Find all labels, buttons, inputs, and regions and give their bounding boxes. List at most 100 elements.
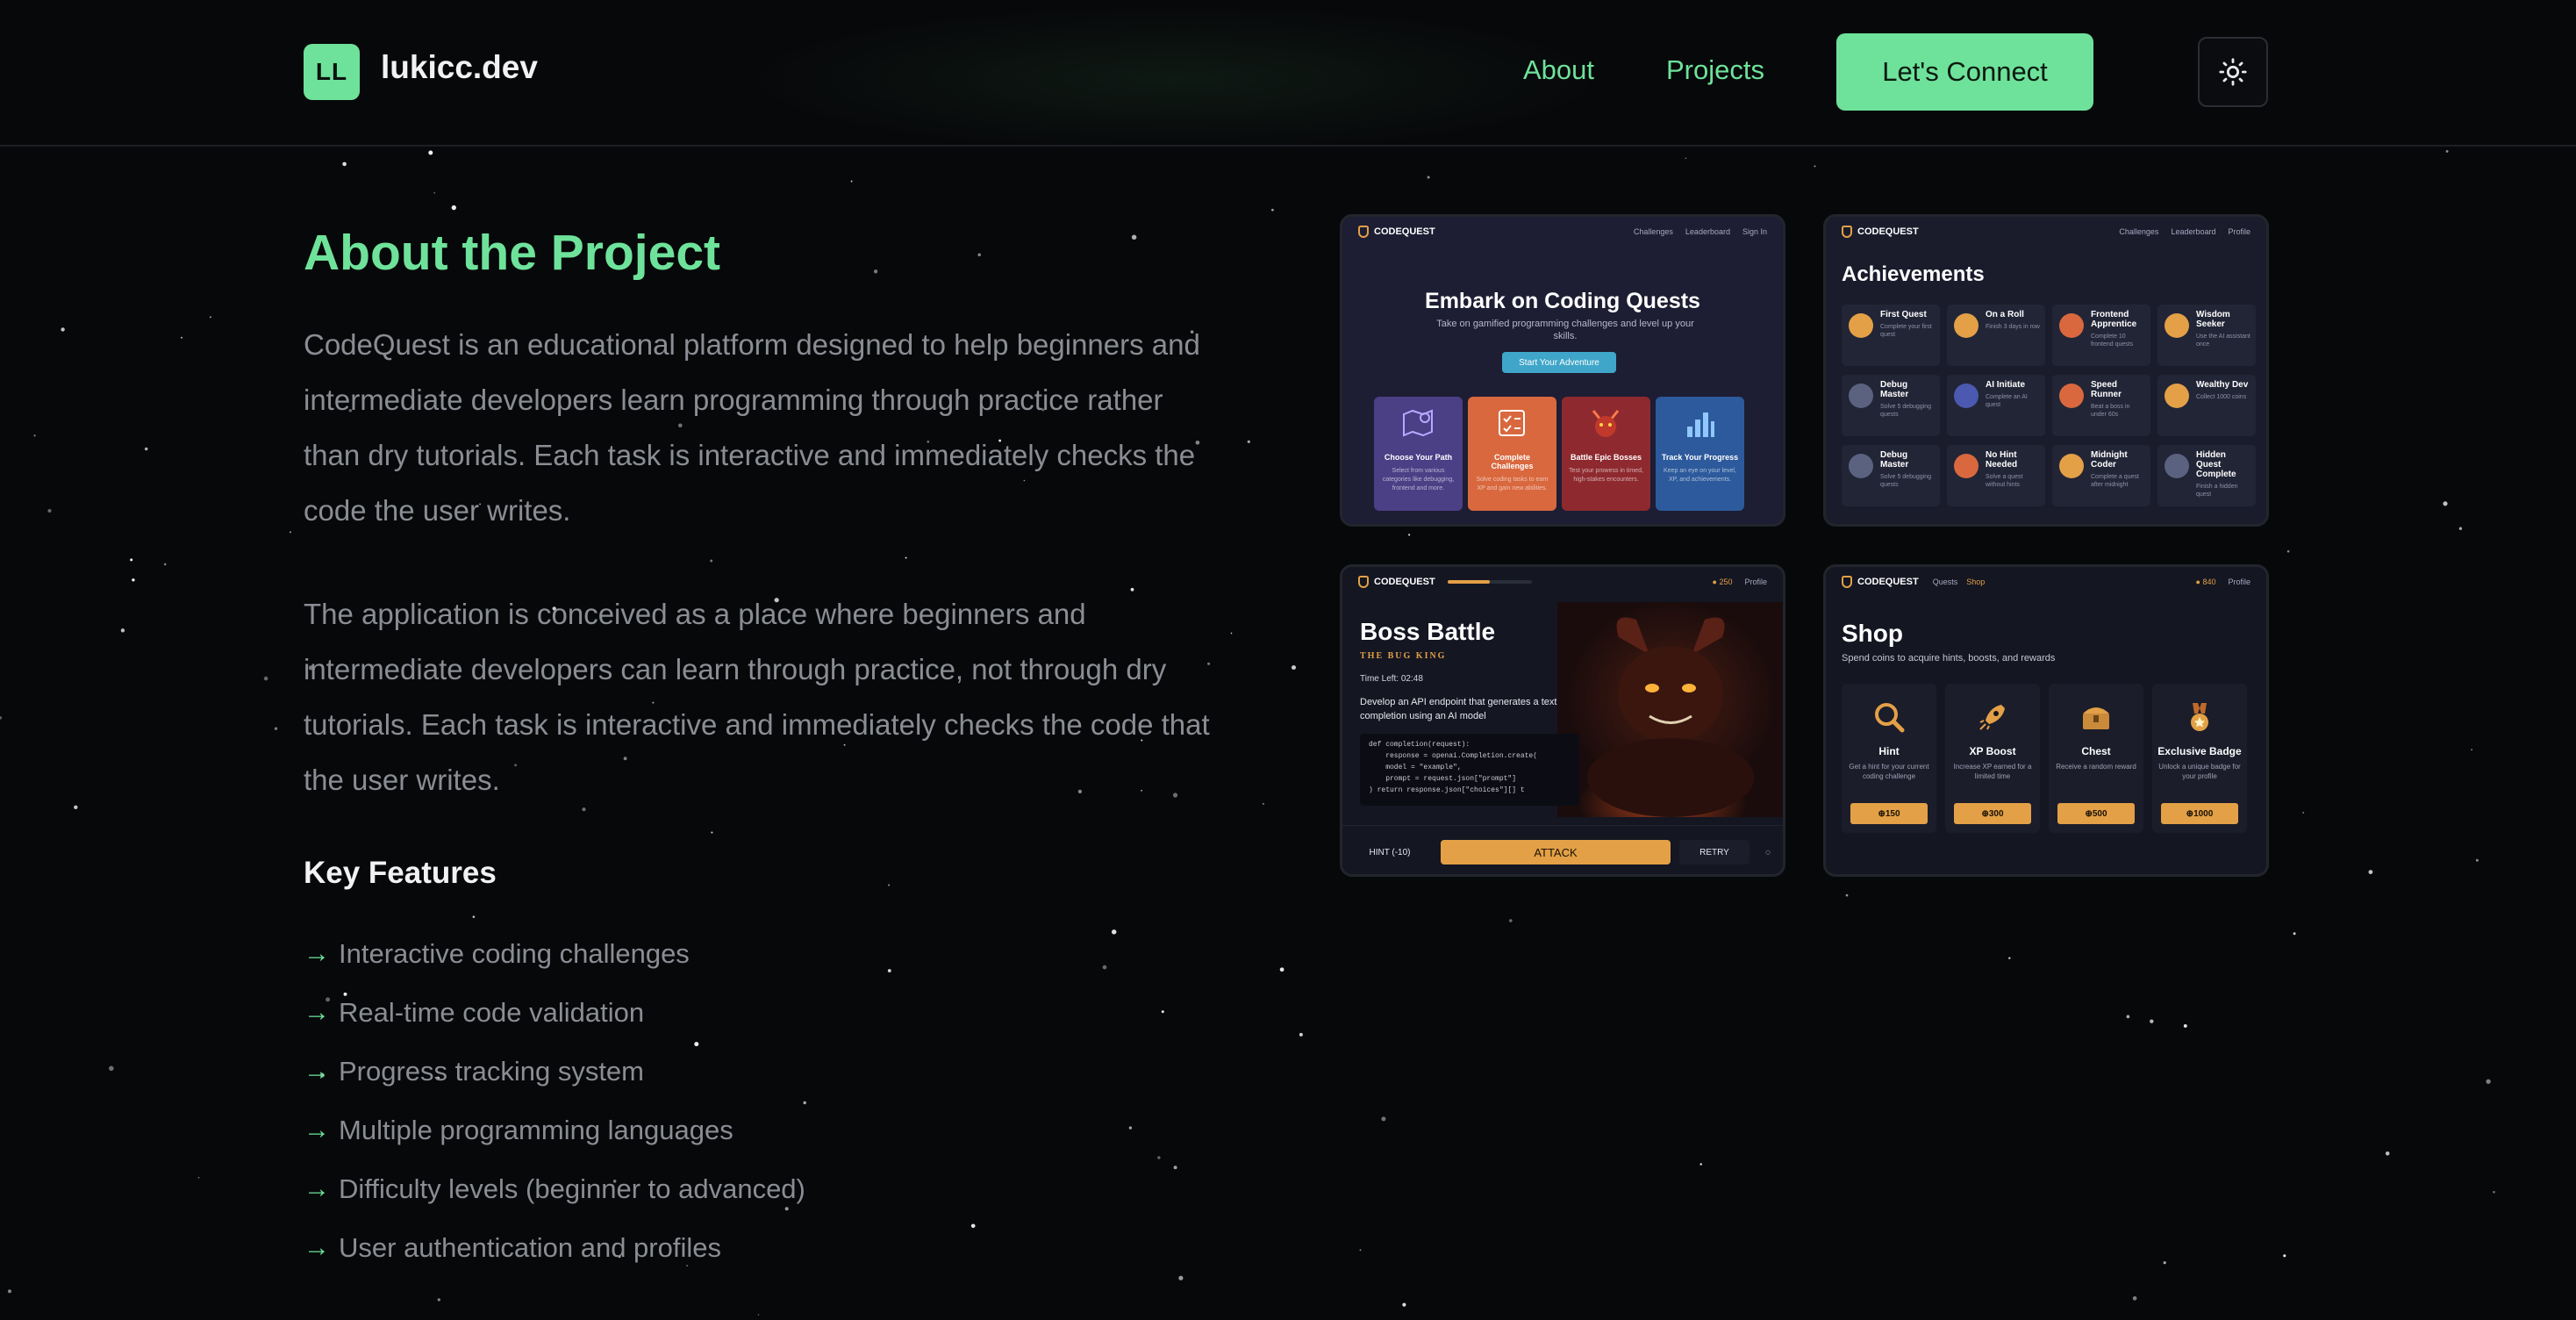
card-desc: Select from various categories like debu… xyxy=(1382,468,1455,491)
star xyxy=(74,805,78,810)
site-name[interactable]: lukicc.dev xyxy=(381,49,538,86)
mini-nav-link: Challenges xyxy=(1633,227,1673,236)
refresh-icon: ◌ xyxy=(1765,847,1771,857)
achievement-desc: Use the AI assistant once xyxy=(2196,334,2250,348)
achievement-name: Midnight Coder xyxy=(2091,450,2128,470)
item-desc: Increase XP earned for a limited time xyxy=(1953,763,2032,780)
star xyxy=(1685,157,1687,160)
achievement-name: No Hint Needed xyxy=(1986,450,2018,470)
star xyxy=(451,204,456,211)
star xyxy=(1359,1249,1362,1252)
card-title: Track Your Progress xyxy=(1661,453,1739,462)
star xyxy=(1427,176,1430,179)
star xyxy=(2493,1191,2495,1194)
achievement-icon xyxy=(1954,454,1979,478)
card-desc: Solve coding tasks to earn XP and gain n… xyxy=(1476,477,1549,491)
about-section: About the Project CodeQuest is an educat… xyxy=(304,224,1225,1277)
boss-action-bar: HINT (-10) ATTACK RETRY ◌ xyxy=(1342,825,1783,874)
mini-brand: CODEQUEST xyxy=(1358,226,1435,238)
star xyxy=(342,161,347,167)
star xyxy=(1845,893,1849,897)
mini-navbar: CODEQUEST Challenges Leaderboard Sign In xyxy=(1342,217,1783,247)
price-button: ⊕ 150 xyxy=(1850,803,1928,824)
achievement-card: First Quest Complete your first quest xyxy=(1842,305,1940,366)
boss-name: THE BUG KING xyxy=(1360,651,1447,661)
shop-item: Exclusive Badge Unlock a unique badge fo… xyxy=(2152,684,2247,833)
price-button: ⊕ 300 xyxy=(1954,803,2031,824)
star xyxy=(1230,632,1233,635)
star xyxy=(2286,549,2290,553)
theme-toggle-button[interactable] xyxy=(2198,37,2268,107)
nav-projects-link[interactable]: Projects xyxy=(1666,54,1764,86)
star xyxy=(163,563,167,566)
achievement-card: Midnight Coder Complete a quest after mid… xyxy=(2052,445,2150,506)
achievement-icon xyxy=(1954,313,1979,338)
badge-icon xyxy=(2191,703,2208,731)
screenshot-achievements[interactable]: CODEQUEST Challenges Leaderboard Profile A… xyxy=(1823,214,2269,527)
sun-icon xyxy=(2219,58,2247,86)
lets-connect-button[interactable]: Let's Connect xyxy=(1836,33,2093,111)
feature-card: Track Your Progress Keep an eye on your … xyxy=(1656,397,1744,511)
achievement-card: Wisdom Seeker Use the AI assistant once xyxy=(2157,305,2256,366)
star xyxy=(1699,1163,1702,1166)
achievement-icon xyxy=(1849,454,1873,478)
mini-nav-link: Profile xyxy=(2228,227,2250,236)
nav-about-link[interactable]: About xyxy=(1523,54,1594,86)
star xyxy=(1509,919,1513,922)
achievement-icon xyxy=(2165,313,2189,338)
achievement-icon xyxy=(2165,454,2189,478)
arrow-right-icon: → xyxy=(304,997,330,1027)
star xyxy=(2368,870,2373,874)
star xyxy=(2443,501,2448,506)
feature-label: Multiple programming languages xyxy=(339,1114,733,1145)
star xyxy=(33,434,36,437)
chest-icon xyxy=(2083,707,2109,729)
star xyxy=(1247,440,1250,443)
star xyxy=(2302,812,2305,814)
card-title: Choose Your Path xyxy=(1384,453,1453,462)
shield-icon xyxy=(1358,226,1369,238)
feature-label: Real-time code validation xyxy=(339,996,645,1028)
item-desc: Unlock a unique badge for your profile xyxy=(2158,763,2241,780)
retry-button: RETRY xyxy=(1679,840,1750,864)
arrow-right-icon: → xyxy=(304,1173,330,1203)
site-header: LL lukicc.dev About Projects Let's Conne… xyxy=(0,0,2576,147)
feature-card: Battle Epic Bosses Test your prowess in … xyxy=(1562,397,1650,511)
attack-button: ATTACK xyxy=(1441,840,1671,864)
achievement-icon xyxy=(2059,454,2084,478)
item-desc: Get a hint for your current coding chall… xyxy=(1849,763,1929,780)
screenshot-boss-battle[interactable]: CODEQUEST ● 250 Profile Boss Battle THE B… xyxy=(1340,564,1785,877)
achievement-desc: Finish 3 days in row xyxy=(1986,324,2040,330)
star xyxy=(2126,1015,2130,1019)
achievement-card: AI Initiate Complete an AI quest xyxy=(1947,375,2045,436)
hint-button: HINT (-10) xyxy=(1369,847,1411,857)
mini-nav-link: Quests xyxy=(1932,578,1958,586)
logo-badge[interactable]: LL xyxy=(304,44,360,100)
star xyxy=(197,1176,200,1179)
mini-brand: CODEQUEST xyxy=(1842,576,1919,588)
screenshot-home[interactable]: CODEQUEST Challenges Leaderboard Sign In E… xyxy=(1340,214,1785,527)
achievement-icon xyxy=(1849,313,1873,338)
star xyxy=(2475,858,2479,862)
achievement-desc: Solve 5 debugging quests xyxy=(1880,474,1931,488)
star xyxy=(7,1289,12,1294)
star xyxy=(61,327,65,332)
arrow-right-icon: → xyxy=(304,1232,330,1262)
mini-brand: CODEQUEST xyxy=(1358,576,1435,588)
shop-item: Hint Get a hint for your current coding … xyxy=(1842,684,1936,833)
star xyxy=(2471,749,2472,751)
achievement-icon xyxy=(2165,384,2189,408)
star xyxy=(1299,1032,1303,1037)
achievement-desc: Complete your first quest xyxy=(1880,324,1932,338)
coin-count: ● 250 xyxy=(1712,578,1733,586)
achievement-desc: Collect 1000 coins xyxy=(2196,394,2247,400)
screenshot-shop[interactable]: CODEQUEST Quests Shop ● 840 Profile Shop … xyxy=(1823,564,2269,877)
achievement-name: Wisdom Seeker xyxy=(2196,310,2230,329)
shield-icon xyxy=(1842,226,1852,238)
item-name: Exclusive Badge xyxy=(2157,745,2242,757)
feature-label: Progress tracking system xyxy=(339,1055,644,1087)
list-item: → Progress tracking system xyxy=(304,1042,1225,1101)
magnifier-icon xyxy=(1875,703,1905,733)
feature-label: User authentication and profiles xyxy=(339,1231,721,1263)
demon-icon xyxy=(1587,617,1754,817)
